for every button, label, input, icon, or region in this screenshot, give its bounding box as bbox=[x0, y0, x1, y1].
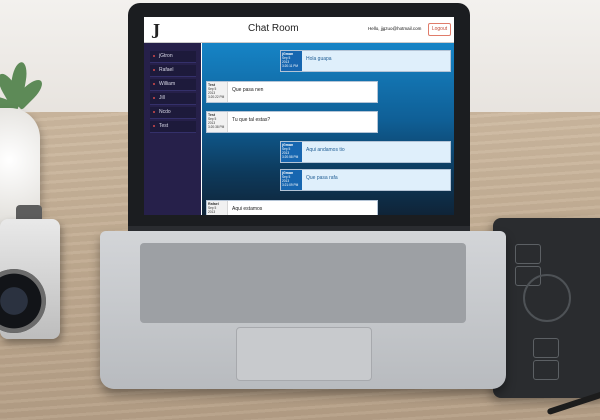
chat-message: jGman Sep 5 2013 3:20:58 PM Aqui andamos… bbox=[280, 141, 451, 163]
sidebar-item-label: William bbox=[159, 81, 176, 87]
message-text: Que pasa nen bbox=[232, 87, 264, 93]
user-list-sidebar: jGtron Rafael William Jill Ncdo Test bbox=[144, 43, 201, 215]
logout-button[interactable]: Logout bbox=[428, 23, 451, 36]
message-time: 3:20:58 PM bbox=[282, 155, 299, 159]
chat-app-screen: J Chat Room Hello, jjgzuo@hotmail.com Lo… bbox=[144, 17, 454, 215]
online-dot-icon bbox=[153, 124, 155, 127]
chat-message: jGman Sep 5 2013 3:21:09 PM Que pasa raf… bbox=[280, 169, 451, 191]
message-text: Aqui andamos tio bbox=[306, 147, 345, 153]
drawing-tablet bbox=[493, 218, 600, 398]
chat-message-area[interactable]: jGman Sep 5 2013 3:20:11 PM Hola guapa T… bbox=[202, 43, 454, 215]
message-year: 2013 bbox=[208, 210, 216, 214]
app-header: J Chat Room Hello, jjgzuo@hotmail.com Lo… bbox=[144, 17, 454, 43]
online-dot-icon bbox=[153, 82, 155, 85]
chat-message: jGman Sep 5 2013 3:20:11 PM Hola guapa bbox=[280, 50, 451, 72]
sidebar-item-label: Jill bbox=[159, 95, 165, 101]
sidebar-item-rafael[interactable]: Rafael bbox=[150, 65, 196, 77]
sidebar-item-test[interactable]: Test bbox=[150, 121, 196, 133]
sidebar-item-label: jGtron bbox=[159, 53, 173, 59]
camera bbox=[0, 205, 64, 353]
app-logo[interactable]: J bbox=[153, 21, 160, 39]
message-time: 3:21:09 PM bbox=[282, 183, 299, 187]
sidebar-item-william[interactable]: William bbox=[150, 79, 196, 91]
chat-message: Test Sep 5 2013 3:20:22 PM Que pasa nen bbox=[206, 81, 378, 103]
message-meta: Rafael Sep 5 2013 bbox=[207, 201, 228, 215]
message-text: Que pasa rafa bbox=[306, 175, 338, 181]
message-meta: Test Sep 5 2013 3:20:22 PM bbox=[207, 82, 228, 102]
laptop-trackpad[interactable] bbox=[236, 327, 372, 381]
online-dot-icon bbox=[153, 68, 155, 71]
laptop-base bbox=[100, 231, 506, 389]
online-dot-icon bbox=[153, 54, 155, 57]
message-text: Tu que tal estas? bbox=[232, 117, 271, 123]
sidebar-item-jgtron[interactable]: jGtron bbox=[150, 51, 196, 63]
page-title: Chat Room bbox=[248, 23, 299, 34]
message-meta: jGman Sep 5 2013 3:21:09 PM bbox=[281, 170, 302, 190]
message-text: Aqui estamos bbox=[232, 206, 263, 212]
chat-message: Rafael Sep 5 2013 Aqui estamos bbox=[206, 200, 378, 215]
message-time: 3:20:38 PM bbox=[208, 125, 225, 129]
message-time: 3:20:22 PM bbox=[208, 95, 225, 99]
message-meta: jGman Sep 5 2013 3:20:58 PM bbox=[281, 142, 302, 162]
sidebar-item-label: Ncdo bbox=[159, 109, 171, 115]
chat-message: Test Sep 5 2013 3:20:38 PM Tu que tal es… bbox=[206, 111, 378, 133]
message-text: Hola guapa bbox=[306, 56, 332, 62]
sidebar-item-label: Rafael bbox=[159, 67, 174, 73]
sidebar-item-ncdo[interactable]: Ncdo bbox=[150, 107, 196, 119]
sidebar-item-jill[interactable]: Jill bbox=[150, 93, 196, 105]
hello-user-text: Hello, jjgzuo@hotmail.com bbox=[368, 26, 422, 31]
message-meta: Test Sep 5 2013 3:20:38 PM bbox=[207, 112, 228, 132]
online-dot-icon bbox=[153, 96, 155, 99]
message-meta: jGman Sep 5 2013 3:20:11 PM bbox=[281, 51, 302, 71]
laptop-keyboard bbox=[140, 243, 466, 323]
sidebar-item-label: Test bbox=[159, 123, 169, 129]
online-dot-icon bbox=[153, 110, 155, 113]
potted-plant bbox=[0, 42, 52, 238]
message-time: 3:20:11 PM bbox=[282, 64, 299, 68]
